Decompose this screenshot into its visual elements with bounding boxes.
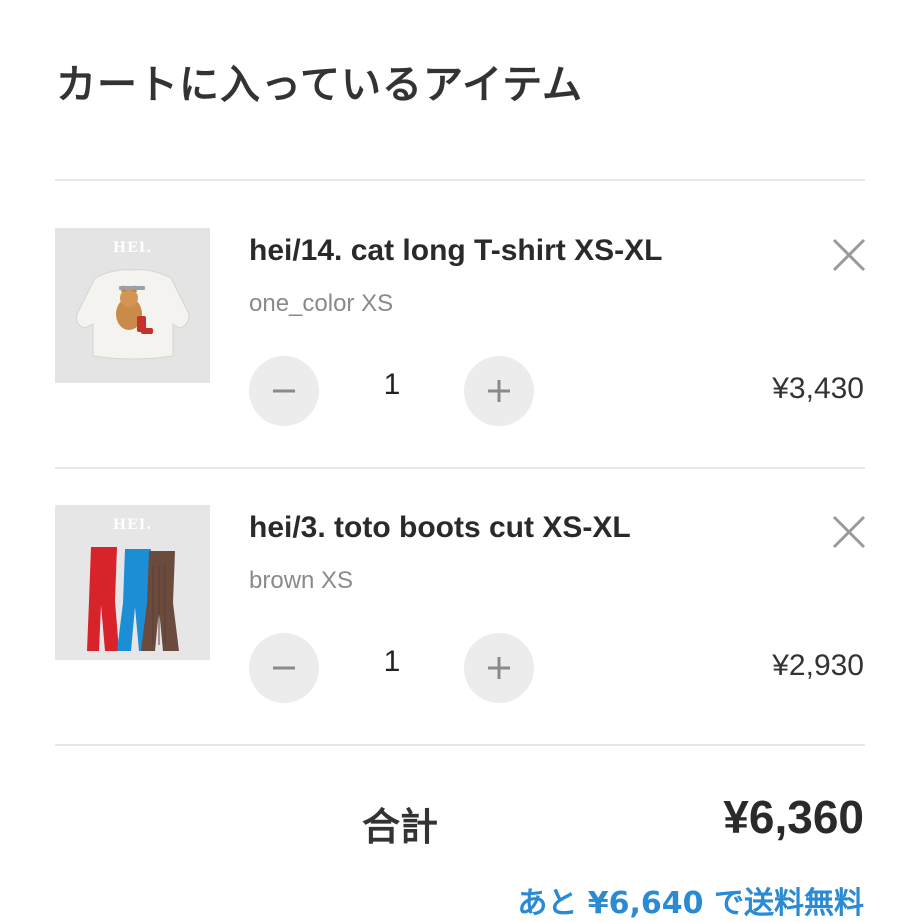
remove-item-button[interactable] [828, 234, 870, 276]
item-variant: brown XS [249, 567, 354, 594]
page-title: カートに入っているアイテム [56, 62, 583, 108]
decrease-quantity-button[interactable] [249, 356, 319, 426]
item-variant: one_color XS [249, 290, 394, 317]
item-name[interactable]: hei/14. cat long T-shirt XS-XL [249, 234, 662, 268]
close-icon [832, 515, 866, 549]
product-image-brand-logo: HEI. [112, 240, 153, 256]
divider [55, 744, 865, 746]
cart-item: HEI. hei/14. cat long T-shirt XS-XL one_… [0, 228, 920, 468]
plus-icon [488, 380, 510, 402]
divider [55, 179, 865, 181]
plus-icon [488, 657, 510, 679]
decrease-quantity-button[interactable] [249, 633, 319, 703]
close-icon [832, 238, 866, 272]
total-value: ¥6,360 [723, 791, 864, 843]
item-price: ¥3,430 [772, 372, 864, 405]
minus-icon [273, 389, 295, 393]
increase-quantity-button[interactable] [464, 633, 534, 703]
item-name[interactable]: hei/3. toto boots cut XS-XL [249, 511, 631, 545]
minus-icon [273, 666, 295, 670]
quantity-value: 1 [383, 368, 401, 401]
free-shipping-note: あと ¥6,640 で送料無料 [517, 886, 864, 921]
product-image-brand-logo: HEI. [112, 517, 153, 533]
total-label: 合計 [362, 805, 439, 849]
product-image[interactable]: HEI. [55, 505, 210, 660]
cart-item: HEI. hei/3. toto boots cut XS-XL brown X… [0, 505, 920, 745]
divider [55, 467, 865, 469]
item-price: ¥2,930 [772, 649, 864, 682]
increase-quantity-button[interactable] [464, 356, 534, 426]
remove-item-button[interactable] [828, 511, 870, 553]
product-image[interactable]: HEI. [55, 228, 210, 383]
quantity-value: 1 [383, 645, 401, 678]
